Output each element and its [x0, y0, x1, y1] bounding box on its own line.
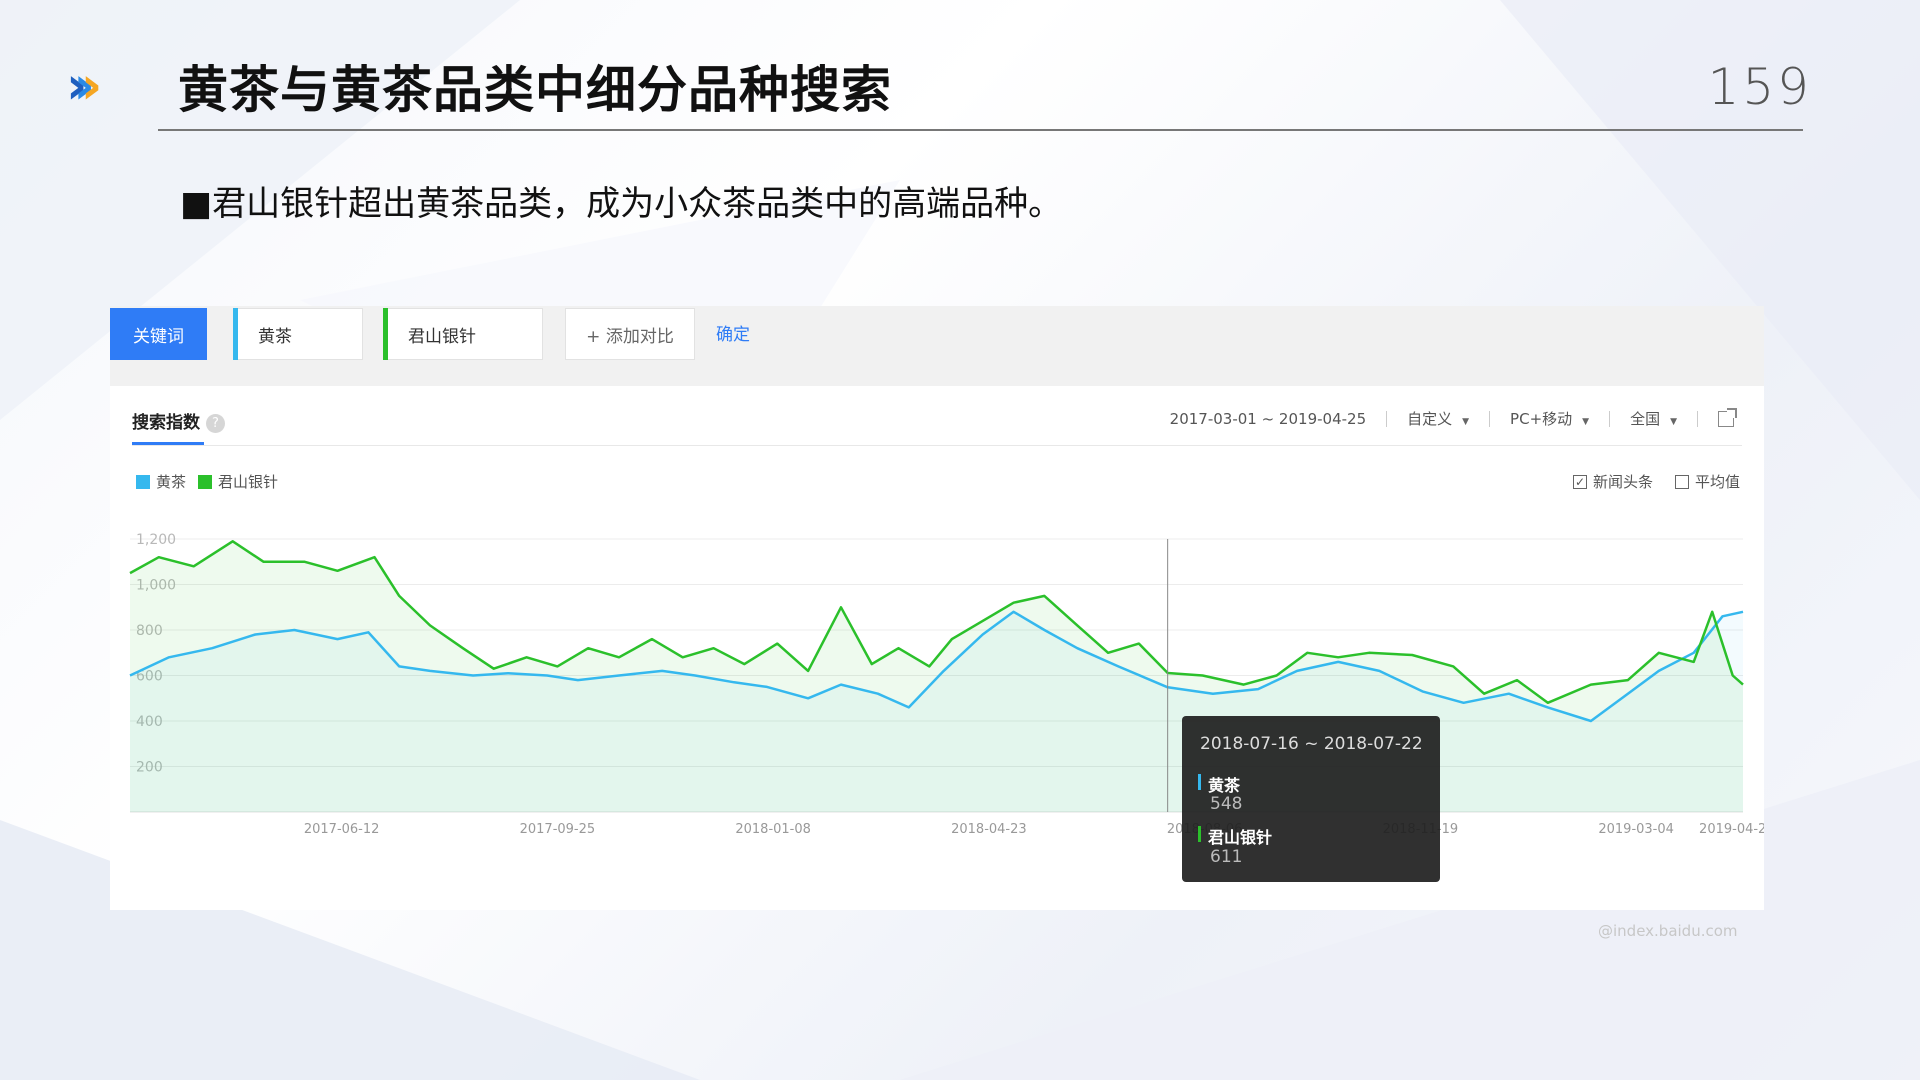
tooltip-date: 2018-07-16 ~ 2018-07-22 — [1200, 734, 1423, 754]
tooltip-color-mark — [1198, 826, 1201, 842]
add-compare-button[interactable]: + 添加对比 — [565, 308, 695, 360]
baidu-index-widget: 关键词 黄茶 君山银针 + 添加对比 确定 搜索指数? 2017-03-01 ~… — [110, 306, 1764, 940]
keyword-chip-1[interactable]: 黄茶 — [233, 308, 363, 360]
keyword-chip-label: 君山银针 — [408, 326, 476, 347]
chevron-icon: › — [80, 56, 103, 116]
keyword-color-bar — [383, 308, 388, 360]
tooltip-series-value: 611 — [1210, 847, 1243, 867]
chart-tooltip: 2018-07-16 ~ 2018-07-22 黄茶 548 君山银针 611 — [1182, 716, 1440, 882]
bullet-text: ■君山银针超出黄茶品类，成为小众茶品类中的高端品种。 — [180, 184, 1063, 224]
y-tick-label: 1,200 — [136, 532, 176, 548]
confirm-link[interactable]: 确定 — [716, 320, 750, 345]
chart-panel: 搜索指数? 2017-03-01 ~ 2019-04-25 自定义 ▼ PC+移动… — [110, 386, 1764, 940]
x-tick-label: 2018-04-23 — [951, 822, 1027, 837]
keyword-chip-2[interactable]: 君山银针 — [383, 308, 543, 360]
tooltip-series-value: 548 — [1210, 794, 1243, 814]
page-number: 159 — [1707, 58, 1812, 116]
keyword-label: 关键词 — [110, 308, 207, 360]
title-divider — [158, 129, 1803, 131]
keyword-color-bar — [233, 308, 238, 360]
x-tick-label: 2019-04-22 — [1699, 822, 1764, 837]
x-tick-label: 2019-03-04 — [1598, 822, 1674, 837]
x-tick-label: 2017-06-12 — [304, 822, 380, 837]
chevron-icon: › — [66, 56, 88, 116]
slide-title: 黄茶与黄茶品类中细分品种搜索 — [178, 61, 892, 119]
chevron-arrows-icon: › › › — [66, 56, 103, 116]
tooltip-series-name: 黄茶 — [1208, 776, 1241, 795]
chevron-icon: › — [73, 56, 95, 116]
x-tick-label: 2017-09-25 — [520, 822, 596, 837]
keyword-chip-label: 黄茶 — [258, 326, 292, 347]
watermark: @index.baidu.com — [1598, 922, 1738, 940]
tooltip-color-mark — [1198, 774, 1201, 790]
x-tick-label: 2018-01-08 — [735, 822, 811, 837]
line-chart[interactable]: 2004006008001,0001,2002017-06-122017-09-… — [110, 386, 1764, 910]
keyword-bar: 关键词 黄茶 君山银针 + 添加对比 确定 — [110, 306, 1764, 386]
tooltip-series-name: 君山银针 — [1208, 828, 1273, 847]
slide-header: › › › 黄茶与黄茶品类中细分品种搜索 159 — [0, 0, 1920, 140]
